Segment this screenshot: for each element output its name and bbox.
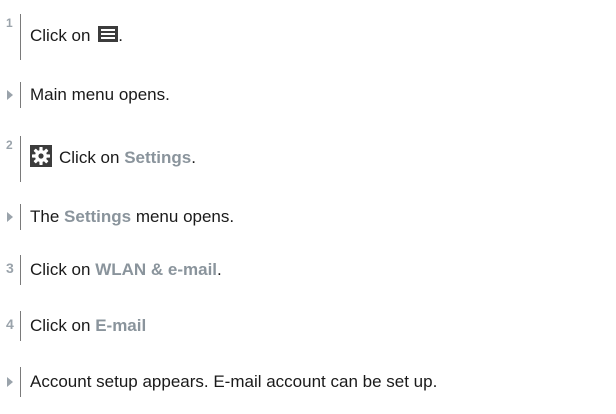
result-text-part: The	[30, 207, 65, 226]
step-text-part: Click on	[30, 260, 96, 279]
step-text-part: .	[191, 148, 196, 167]
step-number: 2	[6, 138, 13, 152]
result-3: Account setup appears. E-mail account ca…	[0, 367, 616, 397]
step-text: Click on WLAN & e-mail.	[30, 260, 222, 280]
gear-icon	[30, 145, 52, 167]
result-1: Main menu opens.	[0, 82, 616, 108]
result-text: Account setup appears. E-mail account ca…	[30, 372, 438, 391]
step-1: 1 Click on .	[0, 14, 616, 64]
settings-label: Settings	[64, 207, 132, 226]
step-divider	[20, 82, 21, 108]
step-text-part: .	[118, 26, 123, 45]
step-text: Click on E-mail	[30, 316, 146, 336]
result-2: The Settings menu opens.	[0, 204, 616, 230]
step-number: 3	[6, 260, 14, 276]
email-label: E-mail	[95, 316, 147, 335]
step-number: 4	[6, 316, 14, 332]
step-number: 1	[6, 16, 13, 30]
result-text: Main menu opens.	[30, 85, 170, 104]
step-divider	[20, 14, 21, 60]
result-text: The Settings menu opens.	[30, 207, 234, 227]
step-divider	[20, 136, 21, 182]
step-divider	[20, 367, 21, 397]
step-text-part: .	[217, 260, 222, 279]
step-text-part: Click on	[30, 26, 96, 45]
settings-label: Settings	[124, 148, 192, 167]
step-text-part: Click on	[59, 148, 125, 167]
arrow-right-icon	[7, 377, 13, 387]
arrow-right-icon	[7, 90, 13, 100]
step-text: Click on .	[30, 26, 123, 46]
step-3: 3 Click on WLAN & e-mail.	[0, 255, 616, 285]
step-divider	[20, 311, 21, 341]
step-text: Click on Settings.	[30, 145, 196, 168]
step-2: 2 Click on Settings.	[0, 136, 616, 186]
step-text-part: Click on	[30, 316, 96, 335]
step-4: 4 Click on E-mail	[0, 311, 616, 341]
step-divider	[20, 255, 21, 285]
step-divider	[20, 204, 21, 230]
wlan-email-label: WLAN & e-mail	[95, 260, 218, 279]
result-text-part: menu opens.	[131, 207, 235, 226]
hamburger-menu-icon	[98, 26, 119, 42]
arrow-right-icon	[7, 212, 13, 222]
